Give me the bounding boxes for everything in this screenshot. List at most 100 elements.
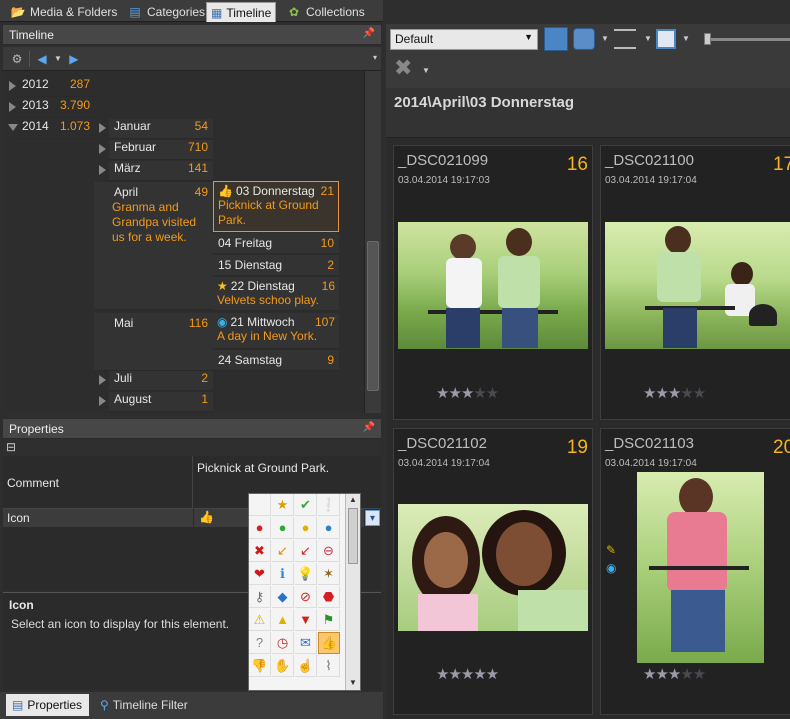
year-row-2013[interactable]: 2013 3.790 xyxy=(17,98,95,118)
arrow-down-left-icon[interactable]: ↙ xyxy=(272,540,294,562)
timeline-scrollbar[interactable] xyxy=(364,71,381,413)
forward-icon[interactable]: ▶ xyxy=(66,51,82,67)
chevron-down-icon[interactable]: ▼ xyxy=(601,34,609,43)
chevron-down-icon[interactable]: ▼ xyxy=(682,34,690,43)
exclamation-icon[interactable]: ❕ xyxy=(318,494,340,516)
photo-card[interactable]: _DSC021099 03.04.2014 19:17:03 16 ✎ ◉ ★★… xyxy=(393,145,593,420)
view-columns-icon[interactable] xyxy=(573,28,595,50)
tab-properties[interactable]: ▤ Properties xyxy=(6,694,89,716)
chevron-down-icon[interactable]: ▼ xyxy=(644,34,652,43)
sort-ascending-icon[interactable] xyxy=(544,27,568,51)
grid-view-icon[interactable] xyxy=(656,29,676,49)
star-icon[interactable]: ★ xyxy=(272,494,294,516)
arrow-down-left-red-icon[interactable]: ↙ xyxy=(295,540,317,562)
icon-dropdown-button[interactable]: ▾ xyxy=(365,510,380,526)
red-dot-icon[interactable]: ● xyxy=(249,517,271,539)
tab-media-folders[interactable]: 📂 Media & Folders xyxy=(6,2,121,22)
pin-flag-icon[interactable]: ⚑ xyxy=(318,609,340,631)
day-row-24-samstag[interactable]: 24 Samstag 9 xyxy=(213,350,339,371)
month-row-maerz[interactable]: März 141 xyxy=(109,161,213,181)
pin-icon[interactable]: 📌 xyxy=(363,28,375,39)
month-row-april[interactable]: April 49 Granma and Grandpa visited us f… xyxy=(94,182,213,310)
tab-timeline-filter[interactable]: ⚲ Timeline Filter xyxy=(96,694,206,716)
expand-icon[interactable] xyxy=(99,123,106,133)
day-row-03-donnerstag[interactable]: 👍 03 Donnerstag 21 Picknick at Ground Par… xyxy=(213,181,339,232)
chat-icon[interactable]: ✉ xyxy=(295,632,317,654)
month-row-august[interactable]: August 1 xyxy=(109,392,213,412)
rating-stars[interactable]: ★★★★★ xyxy=(436,384,499,402)
expand-icon[interactable] xyxy=(99,396,106,406)
day-row-04-freitag[interactable]: 04 Freitag 10 xyxy=(213,233,339,254)
tab-collections[interactable]: ✿ Collections xyxy=(282,2,369,22)
month-row-mai[interactable]: Mai 116 xyxy=(94,313,213,371)
month-row-januar[interactable]: Januar 54 xyxy=(109,119,213,139)
chevron-down-icon[interactable]: ▼ xyxy=(422,66,430,75)
pointing-hand-icon[interactable]: ☝ xyxy=(295,655,317,677)
photo-number: 19 xyxy=(566,437,588,458)
month-row-februar[interactable]: Februar 710 xyxy=(109,140,213,160)
hand-icon[interactable]: ✋ xyxy=(272,655,294,677)
month-note: Granma and Grandpa visited us for a week… xyxy=(112,200,197,244)
zoom-slider-thumb[interactable] xyxy=(704,33,711,45)
toolbar-menu-icon[interactable]: ▾ xyxy=(373,53,377,62)
expand-icon[interactable] xyxy=(9,81,16,91)
tab-categories[interactable]: ▤ Categories xyxy=(123,2,209,22)
chevron-down-icon[interactable]: ▼ xyxy=(54,54,62,63)
stop-icon[interactable]: ⬣ xyxy=(318,586,340,608)
thumbs-up-icon[interactable]: 👍 xyxy=(318,632,340,654)
day-row-15-dienstag[interactable]: 15 Dienstag 2 xyxy=(213,255,339,276)
scroll-down-icon[interactable]: ▼ xyxy=(349,678,357,687)
day-row-21-mittwoch[interactable]: ◉ 21 Mittwoch 107 A day in New York. xyxy=(213,313,339,349)
yield-icon[interactable]: ▼ xyxy=(295,609,317,631)
photo-card[interactable]: _DSC021102 03.04.2014 19:17:04 19 ✎ ◉ ★★… xyxy=(393,428,593,715)
warning-icon[interactable]: ⚠ xyxy=(249,609,271,631)
expand-icon[interactable] xyxy=(99,165,106,175)
question-icon[interactable]: ? xyxy=(249,632,271,654)
check-icon[interactable]: ✔ xyxy=(295,494,317,516)
paperclip-icon[interactable]: ⌇ xyxy=(318,655,340,677)
magic-wand-icon[interactable]: ✶ xyxy=(318,563,340,585)
cross-icon[interactable]: ✖ xyxy=(249,540,271,562)
thumbs-down-icon[interactable]: 👎 xyxy=(249,655,271,677)
year-row-2012[interactable]: 2012 287 xyxy=(17,77,95,97)
prohibited-icon[interactable]: ⊘ xyxy=(295,586,317,608)
warning-triangle-icon[interactable]: ▲ xyxy=(272,609,294,631)
zoom-slider[interactable] xyxy=(704,38,790,41)
no-entry-icon[interactable]: ⊖ xyxy=(318,540,340,562)
green-dot-icon[interactable]: ● xyxy=(272,517,294,539)
heart-icon[interactable]: ❤ xyxy=(249,563,271,585)
tab-timeline[interactable]: ▦ Timeline xyxy=(206,2,276,22)
info-icon[interactable]: ℹ xyxy=(272,563,294,585)
expand-icon[interactable] xyxy=(9,102,16,112)
photo-card[interactable]: _DSC021100 03.04.2014 19:17:04 17 ✎ ◉ ★★… xyxy=(600,145,790,420)
tab-label: Collections xyxy=(306,5,365,19)
expand-icon[interactable] xyxy=(99,144,106,154)
day-label: 03 Donnerstag xyxy=(235,184,315,198)
clock-icon[interactable]: ◷ xyxy=(272,632,294,654)
cube-icon[interactable]: ◆ xyxy=(272,586,294,608)
none-icon[interactable] xyxy=(249,494,271,516)
rating-stars[interactable]: ★★★★★ xyxy=(643,384,706,402)
collapse-icon[interactable]: ⊟ xyxy=(6,440,16,454)
pin-icon[interactable]: 📌 xyxy=(363,422,375,433)
expand-icon[interactable] xyxy=(99,375,106,385)
scroll-thumb[interactable] xyxy=(367,241,379,391)
settings-icon[interactable]: ⚙ xyxy=(9,51,25,67)
icon-picker-scrollbar[interactable]: ▲ ▼ xyxy=(345,494,360,690)
photo-card[interactable]: _DSC021103 03.04.2014 19:17:04 20 ✎ ◉ ★★… xyxy=(600,428,790,715)
list-view-icon[interactable] xyxy=(614,29,636,49)
blue-dot-icon[interactable]: ● xyxy=(318,517,340,539)
back-icon[interactable]: ◀ xyxy=(34,51,50,67)
scroll-up-icon[interactable]: ▲ xyxy=(349,495,357,504)
scroll-thumb[interactable] xyxy=(348,508,358,564)
year-row-2014[interactable]: 2014 1.073 xyxy=(17,119,95,139)
rating-stars[interactable]: ★★★★★ xyxy=(643,665,706,683)
clear-filter-icon[interactable]: ✖ xyxy=(394,55,412,81)
yellow-dot-icon[interactable]: ● xyxy=(295,517,317,539)
rating-stars[interactable]: ★★★★★ xyxy=(436,665,499,683)
sort-select[interactable]: Default ▼ xyxy=(390,29,538,50)
month-row-juli[interactable]: Juli 2 xyxy=(109,371,213,391)
lightbulb-icon[interactable]: 💡 xyxy=(295,563,317,585)
day-row-22-dienstag[interactable]: ★ 22 Dienstag 16 Velvets schoo play. xyxy=(213,277,339,311)
key-icon[interactable]: ⚷ xyxy=(249,586,271,608)
